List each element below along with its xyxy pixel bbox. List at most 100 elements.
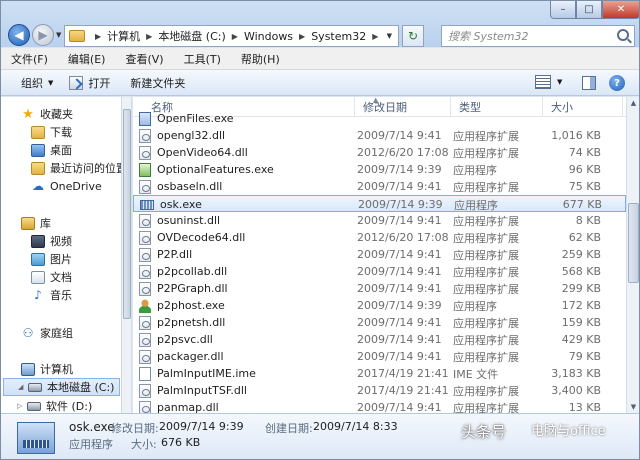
breadcrumb-computer[interactable]: 计算机 xyxy=(107,28,140,44)
table-row[interactable]: opengl32.dll 2009/7/14 9:41 应用程序扩展 1,016 KB xyxy=(133,127,626,144)
recent-pages-dropdown[interactable]: ▼ xyxy=(56,31,61,39)
sidebar-item-onedrive[interactable]: ☁ OneDrive xyxy=(31,177,102,195)
organize-button[interactable]: 组织 ▼ xyxy=(13,72,61,94)
menu-edit[interactable]: 编辑(E) xyxy=(68,51,106,67)
table-row[interactable]: p2pnetsh.dll 2009/7/14 9:41 应用程序扩展 159 KB xyxy=(133,314,626,331)
breadcrumb-system32[interactable]: System32 xyxy=(311,30,366,43)
chevron-right-icon[interactable]: ▶ xyxy=(95,32,101,41)
file-type: 应用程序扩展 xyxy=(453,180,519,194)
sidebar-item-videos[interactable]: 视频 xyxy=(31,232,72,250)
forward-button[interactable]: ▶ xyxy=(32,24,54,46)
menu-bar: 文件(F) 编辑(E) 查看(V) 工具(T) 帮助(H) xyxy=(1,48,639,70)
file-name: osbaseln.dll xyxy=(157,180,223,193)
table-row[interactable]: p2pcollab.dll 2009/7/14 9:41 应用程序扩展 568 KB xyxy=(133,263,626,280)
breadcrumb-windows[interactable]: Windows xyxy=(244,30,293,43)
navigation-scrollbar[interactable] xyxy=(122,97,132,413)
help-button[interactable]: ? xyxy=(609,75,625,91)
drive-icon xyxy=(27,401,41,411)
new-folder-button[interactable]: 新建文件夹 xyxy=(122,72,193,94)
scroll-up-icon[interactable]: ▲ xyxy=(628,97,639,109)
open-button[interactable]: 打开 xyxy=(61,72,118,94)
sidebar-item-downloads[interactable]: 下载 xyxy=(31,123,72,141)
view-options-button[interactable]: ▼ xyxy=(535,75,562,89)
chevron-right-icon[interactable]: ▶ xyxy=(146,32,152,41)
sidebar-item-pictures[interactable]: 图片 xyxy=(31,250,72,268)
minimize-button[interactable]: – xyxy=(550,1,576,19)
file-size: 62 KB xyxy=(568,231,601,244)
chevron-right-icon[interactable]: ▷ xyxy=(17,402,25,410)
sidebar-item-computer[interactable]: 计算机 xyxy=(21,360,73,378)
chevron-down-icon: ▼ xyxy=(48,78,54,87)
breadcrumb-local-disk[interactable]: 本地磁盘 (C:) xyxy=(158,28,225,44)
table-row[interactable]: OptionalFeatures.exe 2009/7/14 9:39 应用程序 96… xyxy=(133,161,626,178)
file-type: 应用程序扩展 xyxy=(453,129,519,143)
file-name-cell: PalmInputIME.ime xyxy=(139,365,349,382)
chevron-right-icon[interactable]: ▶ xyxy=(232,32,238,41)
sidebar-item-homegroup[interactable]: ⚇ 家庭组 xyxy=(21,324,73,342)
sidebar-item-recent[interactable]: 最近访问的位置 xyxy=(31,159,121,177)
table-row[interactable]: OVDecode64.dll 2012/6/20 17:08 应用程序扩展 62 KB xyxy=(133,229,626,246)
dll-file-icon xyxy=(139,145,151,160)
preview-pane-button[interactable] xyxy=(582,76,596,90)
address-bar[interactable]: ▶ 计算机 ▶ 本地磁盘 (C:) ▶ Windows ▶ System32 ▶… xyxy=(64,25,399,47)
dll-file-icon xyxy=(139,349,151,364)
file-name-cell: packager.dll xyxy=(139,348,349,365)
address-dropdown[interactable]: ▼ xyxy=(387,32,392,40)
file-size: 13 KB xyxy=(568,401,601,413)
sidebar-item-documents[interactable]: 文档 xyxy=(31,268,72,286)
drive-icon xyxy=(28,382,42,392)
dll-file-icon xyxy=(139,332,151,347)
sidebar-item-desktop[interactable]: 桌面 xyxy=(31,141,72,159)
table-row[interactable]: packager.dll 2009/7/14 9:41 应用程序扩展 79 KB xyxy=(133,348,626,365)
file-name: packager.dll xyxy=(157,350,224,363)
table-row[interactable]: osbaseln.dll 2009/7/14 9:41 应用程序扩展 75 KB xyxy=(133,178,626,195)
menu-file[interactable]: 文件(F) xyxy=(11,51,48,67)
sidebar-item-music[interactable]: ♪ 音乐 xyxy=(31,286,72,304)
chevron-right-icon[interactable]: ▶ xyxy=(372,32,378,41)
scroll-down-icon[interactable]: ▼ xyxy=(628,401,639,413)
table-row[interactable]: osuninst.dll 2009/7/14 9:41 应用程序扩展 8 KB xyxy=(133,212,626,229)
search-input[interactable] xyxy=(448,29,608,43)
dll-file-icon xyxy=(139,247,151,262)
details-type: 应用程序 xyxy=(69,438,113,451)
close-button[interactable]: ✕ xyxy=(602,1,639,19)
table-row[interactable]: P2PGraph.dll 2009/7/14 9:41 应用程序扩展 299 KB xyxy=(133,280,626,297)
menu-help[interactable]: 帮助(H) xyxy=(241,51,280,67)
refresh-button[interactable]: ↻ xyxy=(402,25,424,47)
table-row[interactable]: P2P.dll 2009/7/14 9:41 应用程序扩展 259 KB xyxy=(133,246,626,263)
scrollbar-thumb[interactable] xyxy=(123,109,131,319)
open-icon xyxy=(69,75,84,90)
file-size: 568 KB xyxy=(561,265,601,278)
table-row[interactable]: p2psvc.dll 2009/7/14 9:41 应用程序扩展 429 KB xyxy=(133,331,626,348)
maximize-button[interactable]: □ xyxy=(576,1,602,19)
table-row[interactable]: OpenFiles.exe xyxy=(133,110,626,127)
table-row[interactable]: p2phost.exe 2009/7/14 9:39 应用程序 172 KB xyxy=(133,297,626,314)
file-date: 2009/7/14 9:41 xyxy=(357,180,442,193)
sidebar-item-label: 文档 xyxy=(50,271,72,284)
table-row[interactable]: osk.exe 2009/7/14 9:39 应用程序 677 KB xyxy=(133,195,626,212)
table-row[interactable]: PalmInputIME.ime 2017/4/19 21:41 IME 文件 3,1… xyxy=(133,365,626,382)
document-icon xyxy=(31,270,45,284)
dll-file-icon xyxy=(139,179,151,194)
file-list-scrollbar[interactable]: ▲ ▼ xyxy=(626,97,639,413)
file-type: 应用程序 xyxy=(454,198,498,212)
table-row[interactable]: panmap.dll 2009/7/14 9:41 应用程序扩展 13 KB xyxy=(133,399,626,413)
sidebar-item-favorites[interactable]: ★ 收藏夹 xyxy=(21,105,73,123)
file-type: 应用程序扩展 xyxy=(453,265,519,279)
sidebar-item-library[interactable]: 库 xyxy=(21,214,51,232)
file-date: 2009/7/14 9:39 xyxy=(357,163,442,176)
back-button[interactable]: ◀ xyxy=(8,24,30,46)
scrollbar-thumb[interactable] xyxy=(628,203,639,283)
watermark-left: 头条号 xyxy=(461,423,507,441)
menu-view[interactable]: 查看(V) xyxy=(125,51,163,67)
search-box[interactable] xyxy=(441,25,635,47)
menu-tools[interactable]: 工具(T) xyxy=(184,51,221,67)
sidebar-item-soft-disk[interactable]: ▷ 软件 (D:) xyxy=(17,397,92,413)
table-row[interactable]: OpenVideo64.dll 2012/6/20 17:08 应用程序扩展 74 K… xyxy=(133,144,626,161)
table-row[interactable]: PalmInputTSF.dll 2017/4/19 21:41 应用程序扩展 3,4… xyxy=(133,382,626,399)
minimize-icon: – xyxy=(560,4,566,15)
search-icon[interactable] xyxy=(617,29,629,41)
chevron-down-icon[interactable]: ◢ xyxy=(18,383,26,391)
sidebar-item-local-disk[interactable]: ◢ 本地磁盘 (C:) xyxy=(3,378,120,396)
chevron-right-icon[interactable]: ▶ xyxy=(299,32,305,41)
